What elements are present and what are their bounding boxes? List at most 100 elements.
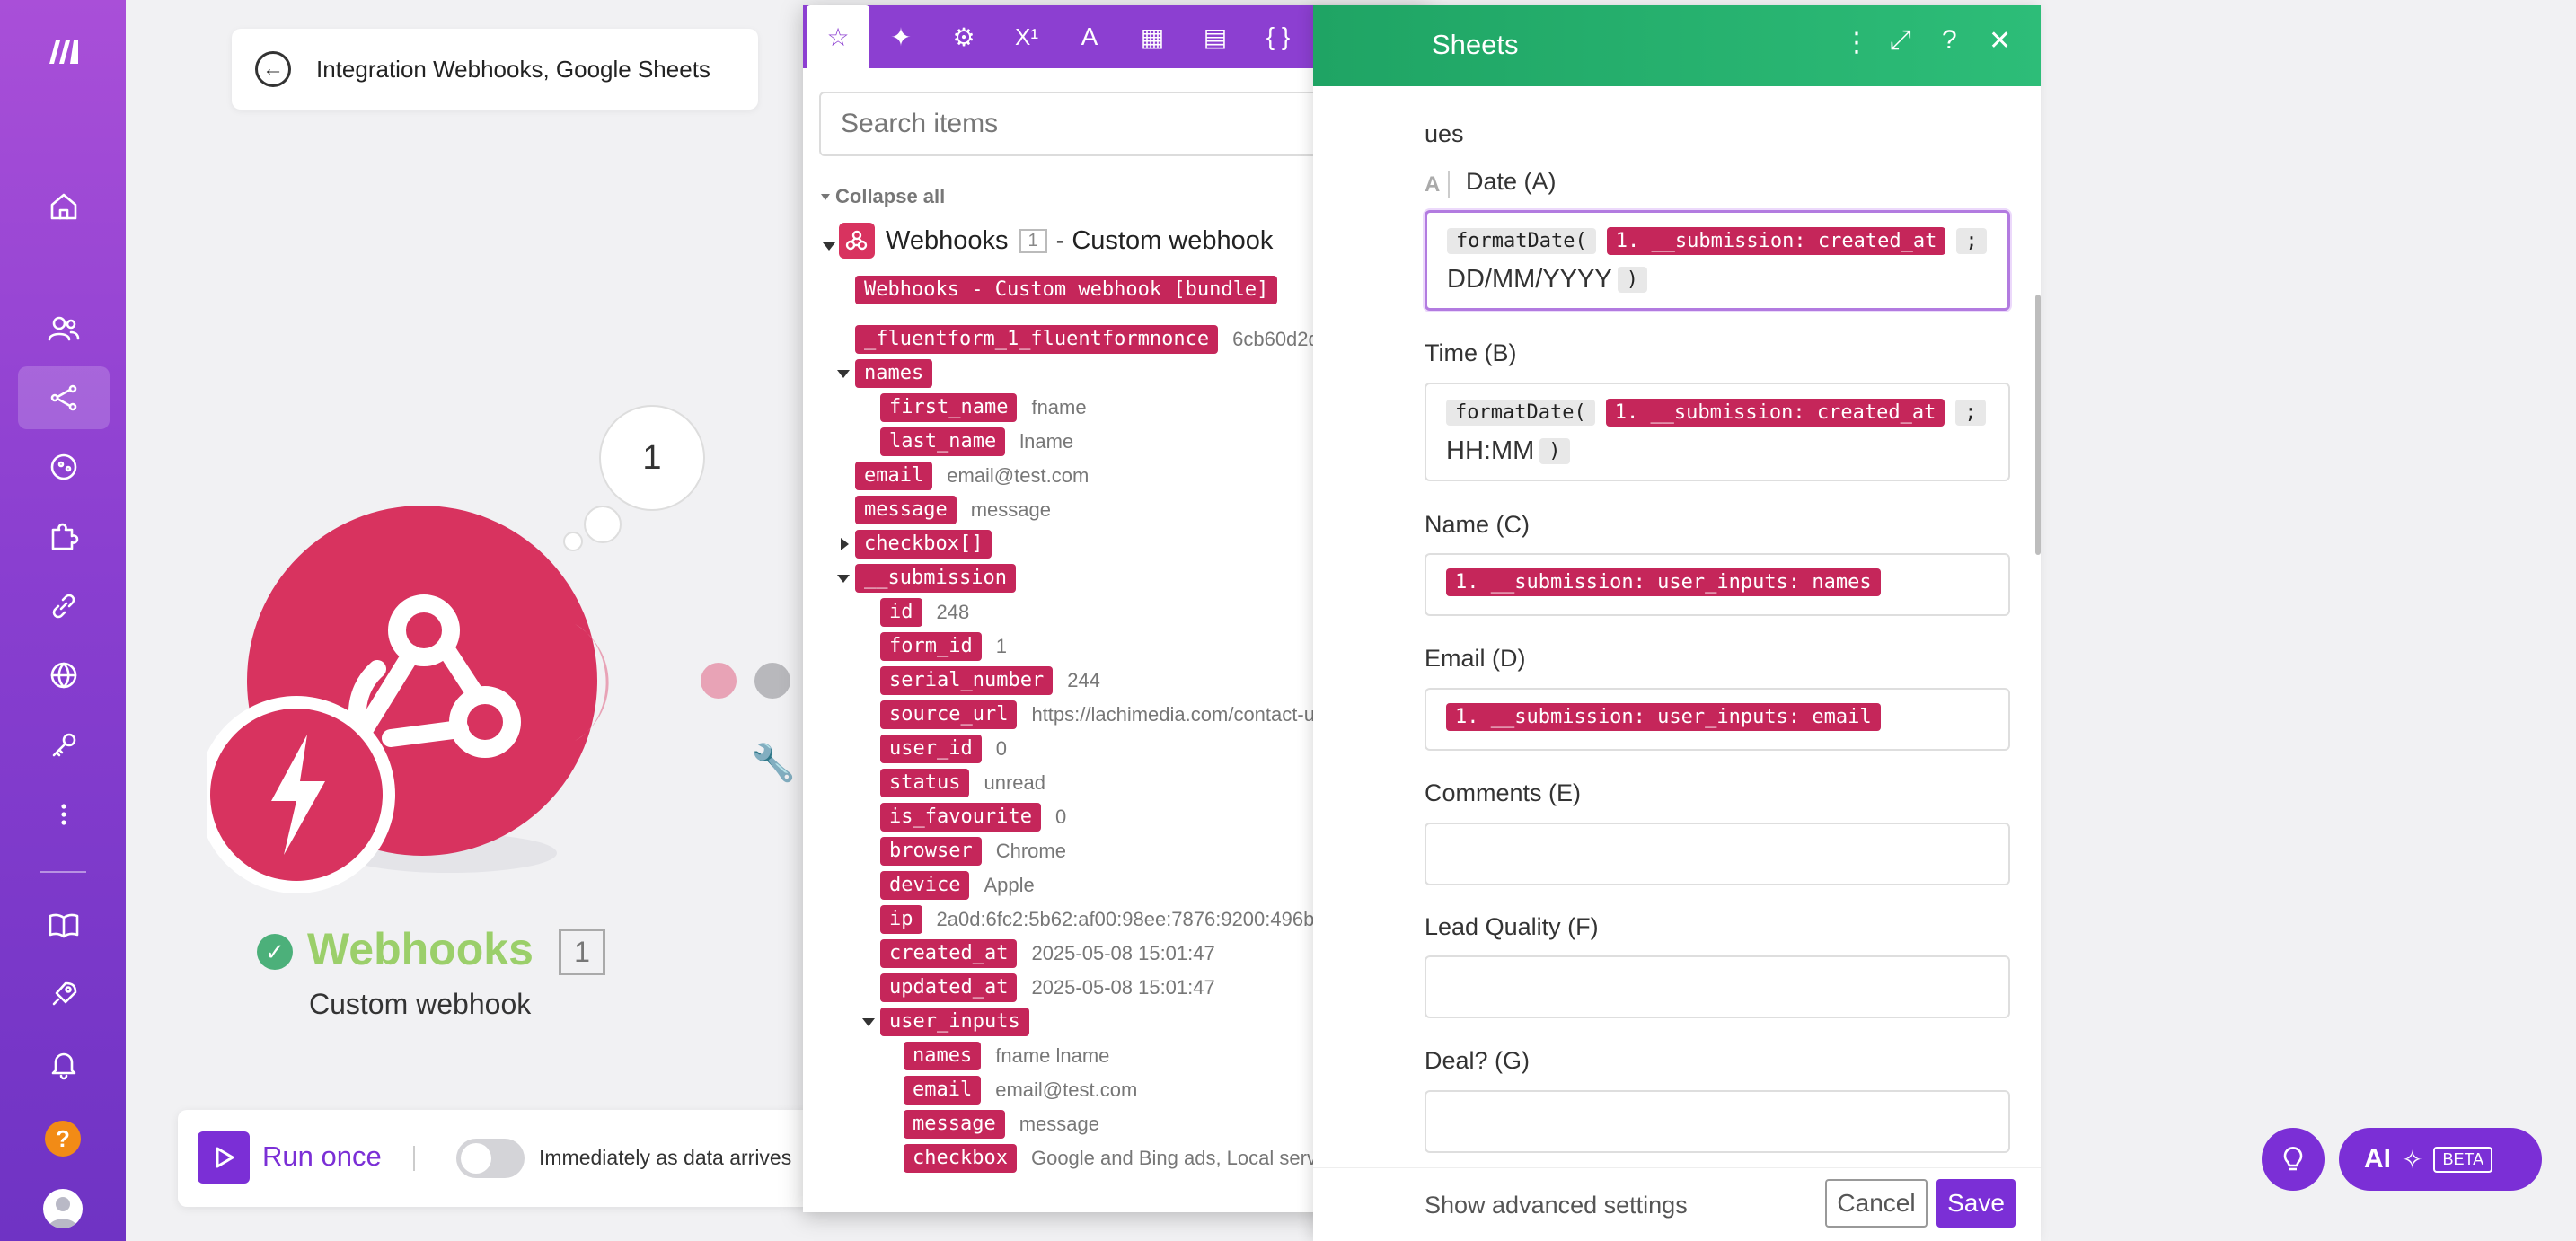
docs-book-icon[interactable] bbox=[18, 893, 110, 956]
data-item-key[interactable]: user_inputs bbox=[880, 1008, 1029, 1036]
data-item-row[interactable]: last_name lname bbox=[880, 427, 1073, 457]
more-vertical-icon[interactable] bbox=[18, 783, 110, 846]
date-field[interactable]: formatDate(1. __submission: created_at; … bbox=[1425, 210, 2010, 311]
caret-down-icon[interactable] bbox=[837, 575, 850, 583]
lead-quality-field[interactable] bbox=[1425, 955, 2010, 1018]
caret-down-icon[interactable] bbox=[862, 1018, 875, 1026]
date-calendar-icon[interactable]: ▦ bbox=[1121, 5, 1184, 68]
data-item-key[interactable]: email bbox=[904, 1076, 982, 1105]
apps-puzzle-icon[interactable] bbox=[18, 506, 110, 568]
name-field[interactable]: 1. __submission: user_inputs: names bbox=[1425, 553, 2010, 616]
back-arrow-icon[interactable]: ← bbox=[255, 51, 291, 87]
expand-icon[interactable]: ⤢ bbox=[1890, 25, 1911, 56]
data-item-row[interactable]: form_id 1 bbox=[880, 631, 1007, 662]
favorites-star-icon[interactable]: ☆ bbox=[807, 5, 869, 68]
data-item-row[interactable]: first_name fname bbox=[880, 392, 1087, 423]
launch-rocket-icon[interactable] bbox=[18, 963, 110, 1025]
make-logo-icon[interactable] bbox=[18, 20, 110, 83]
data-item-row[interactable]: checkbox[] bbox=[855, 529, 1006, 559]
hints-button[interactable] bbox=[2262, 1128, 2325, 1191]
operations-bubble[interactable]: 1 bbox=[599, 405, 705, 511]
data-item-key[interactable]: message bbox=[904, 1110, 1005, 1139]
array-table-icon[interactable]: ▤ bbox=[1184, 5, 1247, 68]
help-icon[interactable]: ? bbox=[45, 1121, 81, 1157]
data-item-key[interactable]: source_url bbox=[880, 700, 1018, 729]
config-scrollbar[interactable] bbox=[2035, 295, 2041, 555]
ai-assistant-button[interactable]: AI ✧ BETA bbox=[2339, 1128, 2542, 1191]
data-item-row[interactable]: user_id 0 bbox=[880, 734, 1007, 764]
bundle-item[interactable]: Webhooks - Custom webhook [bundle] bbox=[855, 275, 1278, 305]
ai-sparkle-icon[interactable]: ✦ bbox=[869, 5, 932, 68]
team-icon[interactable] bbox=[18, 297, 110, 360]
time-field[interactable]: formatDate(1. __submission: created_at; … bbox=[1425, 383, 2010, 481]
data-item-row[interactable]: message message bbox=[855, 495, 1051, 525]
caret-right-icon[interactable] bbox=[841, 538, 849, 550]
schedule-toggle[interactable] bbox=[456, 1139, 525, 1178]
data-item-row[interactable]: updated_at 2025-05-08 15:01:47 bbox=[880, 973, 1215, 1003]
data-item-key[interactable]: created_at bbox=[880, 939, 1018, 968]
data-item-key[interactable]: serial_number bbox=[880, 666, 1054, 695]
data-item-key[interactable]: checkbox[] bbox=[855, 530, 992, 559]
more-menu-icon[interactable]: ⋮ bbox=[1843, 27, 1870, 58]
run-once-label[interactable]: Run once bbox=[262, 1140, 382, 1173]
notifications-bell-icon[interactable] bbox=[18, 1033, 110, 1096]
data-item-key[interactable]: first_name bbox=[880, 393, 1018, 422]
email-field[interactable]: 1. __submission: user_inputs: email bbox=[1425, 688, 2010, 751]
webhook-module-node[interactable] bbox=[198, 503, 620, 898]
home-icon[interactable] bbox=[18, 175, 110, 238]
save-button[interactable]: Save bbox=[1936, 1179, 2016, 1228]
caret-down-icon[interactable] bbox=[837, 370, 850, 378]
advanced-settings-toggle[interactable]: Show advanced settings bbox=[1425, 1192, 1688, 1219]
collapse-all-button[interactable]: Collapse all bbox=[821, 185, 945, 208]
data-item-key[interactable]: updated_at bbox=[880, 973, 1018, 1002]
wrench-icon[interactable]: 🔧 bbox=[751, 742, 796, 785]
data-item-key[interactable]: form_id bbox=[880, 632, 982, 661]
data-item-row[interactable]: status unread bbox=[880, 768, 1045, 798]
data-item-key[interactable]: is_favourite bbox=[880, 803, 1041, 832]
data-item-key[interactable]: names bbox=[855, 359, 933, 388]
data-item-row[interactable]: names bbox=[855, 358, 947, 389]
data-item-row[interactable]: user_inputs bbox=[880, 1007, 1044, 1037]
data-item-row[interactable]: message message bbox=[904, 1109, 1099, 1140]
text-functions-icon[interactable]: A bbox=[1058, 5, 1121, 68]
module-caret-down-icon[interactable] bbox=[823, 239, 835, 255]
data-item-key[interactable]: id bbox=[880, 598, 922, 627]
run-once-button[interactable] bbox=[198, 1131, 250, 1184]
data-item-key[interactable]: email bbox=[855, 462, 933, 490]
webhooks-globe-icon[interactable] bbox=[18, 644, 110, 707]
data-item-row[interactable]: is_favourite 0 bbox=[880, 802, 1066, 832]
data-item-row[interactable]: names fname lname bbox=[904, 1041, 1109, 1071]
data-item-key[interactable]: user_id bbox=[880, 735, 982, 763]
data-item-row[interactable]: _fluentform_1_fluentformnonce 6cb60d2de7 bbox=[855, 324, 1341, 355]
data-item-row[interactable]: email email@test.com bbox=[904, 1075, 1137, 1105]
avatar[interactable] bbox=[43, 1189, 83, 1228]
data-item-row[interactable]: source_url https://lachimedia.com/contact… bbox=[880, 700, 1330, 730]
data-item-key[interactable]: browser bbox=[880, 837, 982, 866]
help-question-icon[interactable]: ? bbox=[1942, 25, 1957, 56]
data-item-row[interactable]: id 248 bbox=[880, 597, 969, 628]
data-item-key[interactable]: ip bbox=[880, 905, 922, 934]
data-item-row[interactable]: email email@test.com bbox=[855, 461, 1089, 491]
connections-link-icon[interactable] bbox=[18, 575, 110, 638]
data-item-key[interactable]: device bbox=[880, 871, 970, 900]
data-item-key[interactable]: names bbox=[904, 1042, 982, 1070]
close-icon[interactable]: ✕ bbox=[1989, 25, 2011, 57]
data-item-row[interactable]: created_at 2025-05-08 15:01:47 bbox=[880, 938, 1215, 969]
data-item-row[interactable]: device Apple bbox=[880, 870, 1035, 901]
data-item-key[interactable]: status bbox=[880, 769, 970, 797]
data-item-key[interactable]: _fluentform_1_fluentformnonce bbox=[855, 325, 1219, 354]
data-item-row[interactable]: ip 2a0d:6fc2:5b62:af00:98ee:7876:9200:496… bbox=[880, 904, 1314, 935]
json-braces-icon[interactable]: { } bbox=[1247, 5, 1310, 68]
settings-gear-icon[interactable]: ⚙ bbox=[932, 5, 995, 68]
keys-icon[interactable] bbox=[18, 714, 110, 777]
data-item-key[interactable]: message bbox=[855, 496, 957, 524]
comments-field[interactable] bbox=[1425, 823, 2010, 885]
cancel-button[interactable]: Cancel bbox=[1825, 1179, 1928, 1228]
data-item-key[interactable]: last_name bbox=[880, 427, 1006, 456]
data-item-key[interactable]: checkbox bbox=[904, 1144, 1017, 1173]
data-item-row[interactable]: browser Chrome bbox=[880, 836, 1066, 867]
math-functions-icon[interactable]: X¹ bbox=[995, 5, 1058, 68]
data-item-row[interactable]: __submission bbox=[855, 563, 1030, 594]
data-item-row[interactable]: serial_number 244 bbox=[880, 665, 1100, 696]
deal-field[interactable] bbox=[1425, 1090, 2010, 1153]
